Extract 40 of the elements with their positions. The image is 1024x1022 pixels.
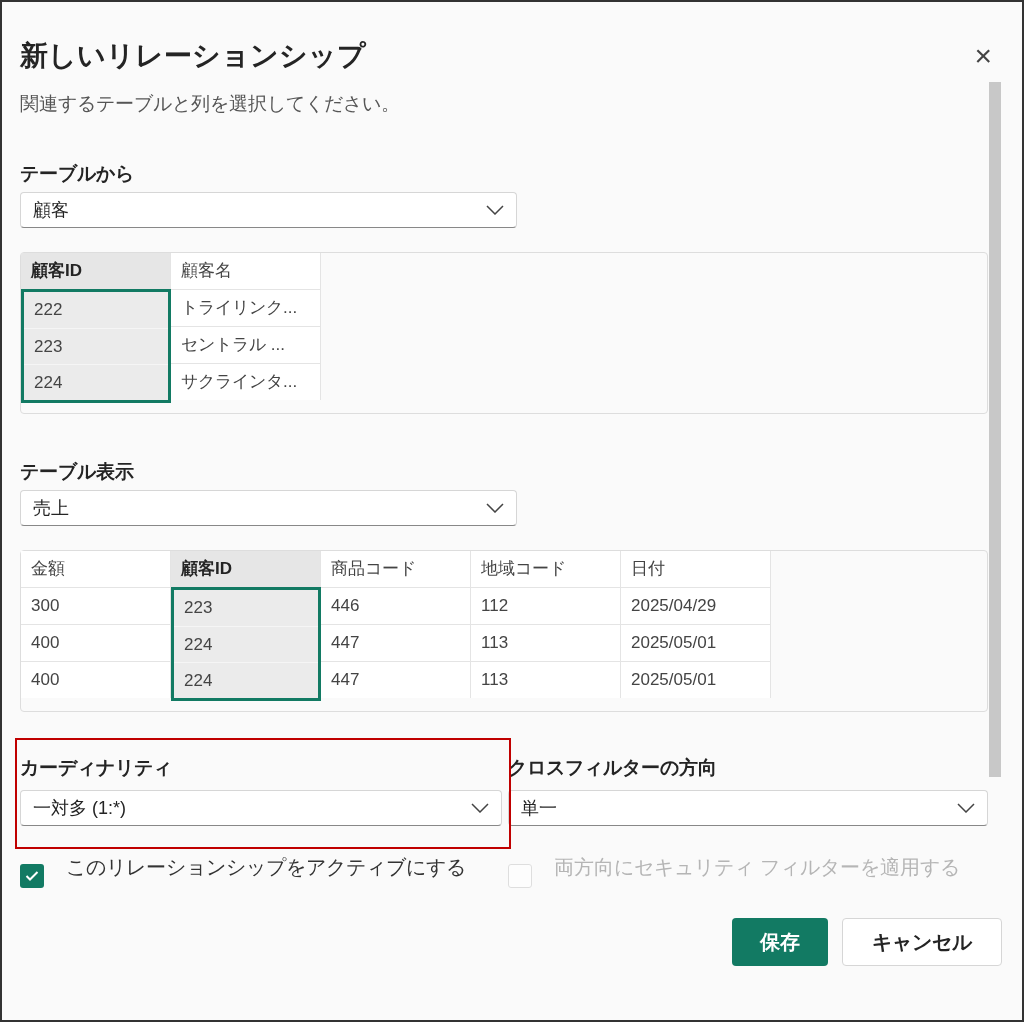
table-cell: 2025/05/01 [621, 624, 771, 661]
column-header[interactable]: 地域コード [471, 551, 621, 587]
chevron-down-icon [486, 205, 504, 215]
chevron-down-icon [486, 503, 504, 513]
column-header[interactable]: 日付 [621, 551, 771, 587]
column-header[interactable]: 顧客名 [171, 253, 321, 289]
table-cell: 224 [174, 662, 318, 698]
table-cell: 2025/04/29 [621, 587, 771, 624]
table-cell-text: 222 [33, 299, 64, 322]
table-cell: 2025/05/01 [621, 661, 771, 698]
close-button[interactable]: × [974, 41, 992, 71]
dialog-title: 新しいリレーションシップ [20, 39, 366, 73]
section-label: カーディナリティ [20, 756, 173, 780]
section-label: テーブルから [20, 162, 135, 186]
checkbox-label: 両方向にセキュリティ フィルターを適用する [554, 855, 961, 880]
table-cell: トライリンク... [171, 289, 321, 326]
column-header[interactable]: 商品コード [321, 551, 471, 587]
table-cell: サクラインタ... [171, 363, 321, 400]
section-label: テーブル表示 [20, 460, 135, 484]
table-cell: 223 [24, 328, 168, 364]
column-header[interactable]: 顧客ID [21, 253, 171, 289]
dropdown[interactable]: 売上 [20, 490, 517, 526]
table-cell: セントラル ... [171, 326, 321, 363]
dropdown[interactable]: 顧客 [20, 192, 517, 228]
dialog-subtitle: 関連するテーブルと列を選択してください。 [20, 92, 401, 116]
table-cell: 224 [174, 626, 318, 662]
checkmark-icon [25, 870, 39, 882]
column-header[interactable]: 顧客ID [171, 551, 321, 587]
table-cell: 224 [24, 364, 168, 400]
dropdown[interactable]: 単一 [508, 790, 988, 826]
chevron-down-icon [471, 803, 489, 813]
dropdown[interactable]: 一対多 (1:*) [20, 790, 502, 826]
section-label: クロスフィルターの方向 [508, 756, 718, 780]
column-header[interactable]: 金額 [21, 551, 171, 587]
chevron-down-icon [957, 803, 975, 813]
checkbox-label: このリレーションシップをアクティブにする [66, 855, 467, 880]
table-cell-text: 223 [183, 597, 214, 620]
cancel-button[interactable]: キャンセル [842, 918, 1002, 966]
save-button[interactable]: 保存 [732, 918, 828, 966]
checkbox[interactable] [20, 864, 44, 888]
